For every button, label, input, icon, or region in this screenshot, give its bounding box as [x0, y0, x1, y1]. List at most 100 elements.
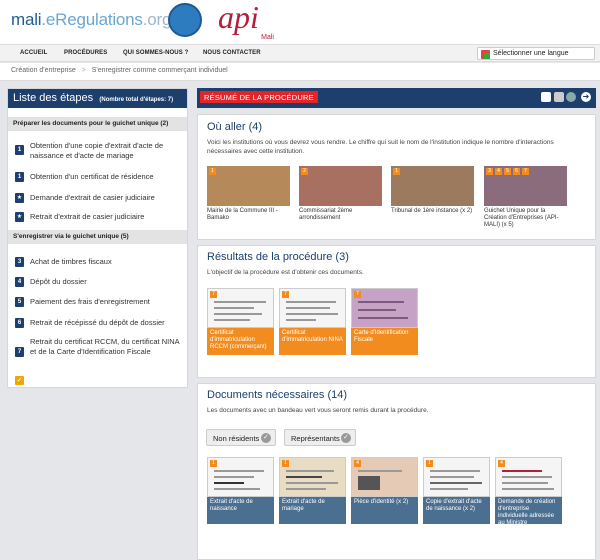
- institution-caption: Tribunal de 1ère instance (x 2): [391, 208, 473, 214]
- nav-nous-contacter[interactable]: NOUS CONTACTER: [203, 50, 261, 56]
- filter-label: Représentants: [291, 434, 340, 443]
- api-mali-logo: api Mali: [218, 0, 276, 41]
- institution-caption: Guichet Unique pour la Création d'Entrep…: [484, 208, 559, 228]
- previous-arrow-icon[interactable]: [566, 92, 576, 102]
- step-badge: 7: [15, 347, 24, 357]
- filter-label: Non résidents: [213, 434, 260, 443]
- step-badge: 6: [15, 318, 24, 328]
- nav-accueil[interactable]: ACCUEIL: [20, 50, 47, 56]
- step-badge: 3: [15, 257, 24, 267]
- star-icon: ★: [15, 212, 24, 222]
- breadcrumb-item-current: S'enregistrer comme commerçant individue…: [91, 67, 228, 74]
- star-icon: ★: [15, 193, 24, 203]
- breadcrumb-separator: >: [81, 67, 86, 74]
- document-thumbnail: 4: [351, 457, 418, 497]
- nav-qui-sommes-nous[interactable]: QUI SOMMES-NOUS ?: [123, 50, 188, 56]
- resultats-description: L'objectif de la procédure est d'obtenir…: [207, 269, 364, 276]
- interaction-badge: 6: [513, 168, 520, 175]
- breadcrumb-item-creation[interactable]: Création d'entreprise: [11, 67, 76, 74]
- document-caption: Carte d'Identification Fiscale: [351, 328, 418, 355]
- step-number-badge: 7: [210, 291, 217, 298]
- institution-caption: Commissariat 2ème arrondissement: [299, 208, 353, 221]
- institution-photo: 2: [299, 166, 382, 206]
- ou-aller-description: Voici les institutions où vous devrez vo…: [207, 139, 554, 155]
- breadcrumb: Création d'entreprise > S'enregistrer co…: [0, 63, 600, 81]
- document-thumbnail: 7: [207, 288, 274, 328]
- step-number-badge: 4: [354, 460, 361, 467]
- interaction-badge: 3: [486, 168, 493, 175]
- ou-aller-panel: Où aller (4) Voici les institutions où v…: [197, 114, 596, 240]
- step-label: Retrait d'extrait de casier judiciaire: [30, 212, 145, 221]
- step-label: Dépôt du dossier: [30, 277, 87, 286]
- ou-aller-title: Où aller (4): [207, 121, 263, 133]
- institution-photo: 1: [207, 166, 290, 206]
- documents-panel: Documents nécessaires (14) Les documents…: [197, 383, 596, 560]
- step-number-badge: 1: [210, 460, 217, 467]
- step-label: Retrait du certificat RCCM, du certifica…: [30, 337, 180, 356]
- api-logo-text: api: [218, 0, 259, 35]
- resultats-title: Résultats de la procédure (3): [207, 251, 349, 263]
- interaction-badge: 5: [504, 168, 511, 175]
- institution-photo: 3 4 5 6 7: [484, 166, 567, 206]
- interaction-badge: 1: [393, 168, 400, 175]
- document-caption: Certificat d'immatriculation NINA: [279, 328, 346, 355]
- filter-non-residents[interactable]: Non résidents ✓: [206, 429, 276, 446]
- sidebar-step-count: (Nombre total d'étapes: 7): [99, 97, 174, 103]
- google-translate-icon: [481, 50, 490, 59]
- document-thumbnail: 7: [351, 288, 418, 328]
- interaction-badge: 1: [209, 168, 216, 175]
- institution-photo: 1: [391, 166, 474, 206]
- procedure-summary-header: RÉSUMÉ DE LA PROCÉDURE ➜: [197, 88, 596, 108]
- check-icon: ✓: [261, 433, 271, 443]
- nav-procedures[interactable]: PROCÉDURES: [64, 50, 107, 56]
- sidebar-header: Liste des étapes (Nombre total d'étapes:…: [8, 89, 187, 108]
- language-selector-label: Sélectionner une langue: [493, 50, 569, 57]
- documents-title: Documents nécessaires (14): [207, 389, 348, 401]
- document-caption: Copie d'extrait d'acte de naissance (x 2…: [423, 497, 490, 524]
- document-icon[interactable]: [554, 92, 564, 102]
- document-caption: Demande de création d'entreprise individ…: [495, 497, 562, 526]
- step-label: Obtention d'un certificat de résidence: [30, 172, 154, 181]
- print-icon[interactable]: [541, 92, 551, 102]
- mali-emblem-logo: [168, 3, 202, 37]
- interaction-badge: 2: [301, 168, 308, 175]
- section-guichet-unique: S'enregistrer via le guichet unique (5): [8, 230, 187, 244]
- site-logo[interactable]: mali.eRegulations.org: [11, 10, 171, 30]
- document-thumbnail: 4: [495, 457, 562, 497]
- step-number-badge: 7: [354, 291, 361, 298]
- step-label: Paiement des frais d'enregistrement: [30, 297, 150, 306]
- document-thumbnail: 1: [207, 457, 274, 497]
- summary-label: RÉSUMÉ DE LA PROCÉDURE: [200, 91, 318, 103]
- resultats-panel: Résultats de la procédure (3) L'objectif…: [197, 245, 596, 378]
- document-caption: Certificat d'immatriculation RCCM (comme…: [207, 328, 274, 355]
- step-label: Demande d'extrait de casier judiciaire: [30, 193, 155, 202]
- document-thumbnail: 7: [279, 288, 346, 328]
- filter-representants[interactable]: Représentants ✓: [284, 429, 356, 446]
- logo-part-eregulations: .eRegulations: [41, 10, 143, 29]
- document-caption: Extrait d'acte de naissance: [207, 497, 274, 524]
- sidebar-title: Liste des étapes: [13, 92, 94, 104]
- step-badge: 4: [15, 277, 24, 287]
- interaction-badge: 7: [522, 168, 529, 175]
- document-caption: Pièce d'identité (x 2): [351, 497, 418, 524]
- institution-caption: Mairie de la Commune III - Bamako: [207, 208, 278, 221]
- step-label: Achat de timbres fiscaux: [30, 257, 112, 266]
- step-number-badge: 7: [282, 291, 289, 298]
- check-icon: ✓: [15, 376, 24, 385]
- site-header: mali.eRegulations.org api Mali: [0, 0, 600, 44]
- step-badge: 1: [15, 172, 24, 182]
- document-caption: Extrait d'acte de mariage: [279, 497, 346, 524]
- logo-part-org: .org: [142, 10, 172, 29]
- logo-part-mali: mali: [11, 10, 42, 29]
- step-label: Obtention d'une copie d'extrait d'acte d…: [30, 141, 164, 160]
- language-selector[interactable]: Sélectionner une langue: [477, 47, 595, 60]
- step-label: Retrait de récépissé du dépôt de dossier: [30, 318, 165, 327]
- next-arrow-icon[interactable]: ➜: [581, 92, 591, 102]
- steps-sidebar: Liste des étapes (Nombre total d'étapes:…: [7, 88, 188, 388]
- interaction-badge: 4: [495, 168, 502, 175]
- documents-description: Les documents avec un bandeau vert vous …: [207, 407, 429, 414]
- step-number-badge: 4: [498, 460, 505, 467]
- step-number-badge: 1: [426, 460, 433, 467]
- document-thumbnail: 1: [423, 457, 490, 497]
- step-badge: 1: [15, 145, 24, 155]
